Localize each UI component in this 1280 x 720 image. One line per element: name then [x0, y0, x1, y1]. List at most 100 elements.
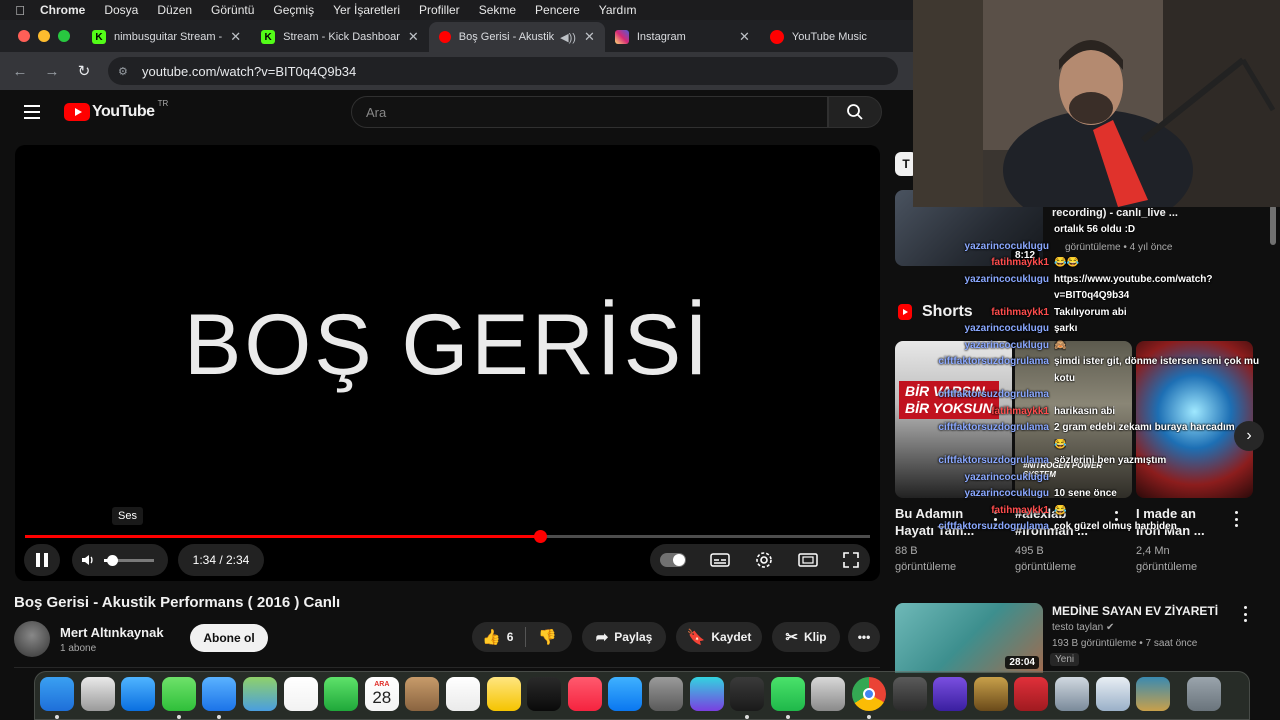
sidebar-scrollbar[interactable]: [1270, 205, 1276, 245]
chat-message: v=BIT0q4Q9b34: [1054, 290, 1130, 301]
volume-control[interactable]: [72, 544, 168, 576]
settings-gear-icon[interactable]: [754, 550, 774, 570]
zoom-window-button[interactable]: [58, 30, 70, 42]
volume-slider[interactable]: [104, 554, 154, 566]
maps-icon[interactable]: [243, 677, 277, 711]
autoplay-toggle[interactable]: [660, 553, 686, 567]
preview-icon[interactable]: [1095, 677, 1130, 711]
photos-icon[interactable]: [283, 677, 318, 711]
finder-icon[interactable]: [40, 677, 74, 711]
related-video-title[interactable]: recording) - canlı_live ...: [1052, 207, 1178, 219]
menu-item-file[interactable]: Dosya: [104, 3, 138, 17]
chat-message: şarkı: [1054, 323, 1078, 334]
menu-item-history[interactable]: Geçmiş: [273, 3, 314, 17]
chat-username: ciftfaktorsuzdogrulama: [938, 356, 1049, 367]
youtube-logo[interactable]: YouTube TR: [64, 99, 168, 121]
facetime-icon[interactable]: [324, 677, 359, 711]
contacts-icon[interactable]: [405, 677, 440, 711]
calendar-icon[interactable]: ARA 28: [364, 677, 399, 711]
trash-icon[interactable]: [1186, 677, 1221, 711]
close-tab-icon[interactable]: ✕: [230, 29, 241, 45]
theater-mode-icon[interactable]: [798, 552, 818, 568]
subtitles-icon[interactable]: [710, 552, 730, 568]
menu-item-bookmarks[interactable]: Yer İşaretleri: [333, 3, 400, 17]
dislike-icon[interactable]: 👎: [538, 628, 557, 646]
tab-kick-dashboard[interactable]: K Stream - Kick Dashboar ✕: [251, 22, 429, 52]
imovie-icon[interactable]: [933, 677, 968, 711]
safari-icon[interactable]: [121, 677, 156, 711]
tab-instagram[interactable]: Instagram ✕: [605, 22, 760, 52]
obs-icon[interactable]: [730, 677, 765, 711]
site-info-icon[interactable]: ⚙: [118, 65, 136, 78]
volume-icon[interactable]: [80, 552, 96, 568]
kick-icon[interactable]: [1014, 677, 1049, 711]
search-input[interactable]: Ara: [351, 96, 828, 128]
menu-item-profiles[interactable]: Profiller: [419, 3, 460, 17]
menu-hamburger-icon[interactable]: [0, 105, 64, 119]
short-views-2: 495 Bgörüntüleme: [1015, 545, 1077, 573]
close-tab-icon[interactable]: ✕: [584, 29, 595, 45]
search-button[interactable]: [828, 96, 882, 128]
close-window-button[interactable]: [18, 30, 30, 42]
related-video-thumbnail[interactable]: 28:04: [895, 603, 1043, 673]
disk-utility-icon[interactable]: [811, 677, 846, 711]
menu-app-name[interactable]: Chrome: [40, 3, 85, 17]
like-count[interactable]: 6: [507, 630, 514, 644]
music-icon[interactable]: [567, 677, 602, 711]
more-actions-button[interactable]: •••: [848, 622, 880, 652]
notes-icon[interactable]: [486, 677, 521, 711]
minimize-window-button[interactable]: [38, 30, 50, 42]
video-menu-icon[interactable]: [1240, 606, 1250, 622]
mail-icon[interactable]: [202, 677, 237, 711]
progress-bar[interactable]: [25, 530, 870, 543]
league-of-legends-icon[interactable]: [973, 677, 1008, 711]
forward-arrow-icon[interactable]: →: [36, 63, 68, 80]
instagram-icon: [614, 30, 629, 44]
close-tab-icon[interactable]: ✕: [739, 29, 750, 45]
league-client-icon[interactable]: [1136, 677, 1171, 711]
subscribe-button[interactable]: Abone ol: [190, 624, 268, 652]
related-video-channel[interactable]: testo taylan ✔: [1052, 622, 1114, 633]
short-views-1: 88 Bgörüntüleme: [895, 545, 957, 573]
canva-icon[interactable]: [689, 677, 724, 711]
menu-item-view[interactable]: Görüntü: [211, 3, 254, 17]
clip-button[interactable]: ✂ Klip: [772, 622, 840, 652]
chrome-icon[interactable]: [852, 677, 886, 711]
whatsapp-icon[interactable]: [770, 677, 805, 711]
calculator-icon[interactable]: [892, 677, 927, 711]
tv-icon[interactable]: [527, 677, 562, 711]
address-bar[interactable]: ⚙ youtube.com/watch?v=BIT0q4Q9b34: [108, 57, 898, 85]
menu-item-help[interactable]: Yardım: [599, 3, 637, 17]
apple-menu-icon[interactable]: : [0, 3, 40, 18]
channel-name[interactable]: Mert Altınkaynak: [60, 625, 164, 640]
close-tab-icon[interactable]: ✕: [408, 29, 419, 45]
back-arrow-icon[interactable]: ←: [4, 63, 36, 80]
tab-youtube-active[interactable]: Boş Gerisi - Akustik ◀)) ✕: [428, 22, 605, 52]
menu-item-edit[interactable]: Düzen: [157, 3, 192, 17]
messages-icon[interactable]: [161, 677, 196, 711]
reminders-icon[interactable]: [446, 677, 480, 711]
short-menu-icon[interactable]: [1231, 511, 1241, 527]
channel-avatar[interactable]: [14, 621, 50, 657]
shorts-next-arrow-icon[interactable]: ›: [1234, 421, 1264, 451]
tab-kick-stream[interactable]: K nimbusguitar Stream - ✕: [82, 22, 251, 52]
video-player[interactable]: BOŞ GERİSİ: [15, 145, 880, 581]
tab-youtube-music[interactable]: YouTube Music: [760, 22, 915, 52]
youtube-play-icon: [64, 103, 90, 121]
menu-item-tab[interactable]: Sekme: [479, 3, 516, 17]
screenshot-icon[interactable]: [1055, 677, 1089, 711]
app-store-icon[interactable]: [608, 677, 643, 711]
like-icon[interactable]: 👍: [482, 628, 501, 646]
share-button[interactable]: ➦ Paylaş: [582, 622, 666, 652]
pause-button[interactable]: [24, 544, 60, 576]
chat-username: ciftfaktorsuzdogrulama: [938, 389, 1049, 400]
save-button[interactable]: 🔖 Kaydet: [676, 622, 762, 652]
launchpad-icon[interactable]: [80, 677, 115, 711]
audio-playing-icon[interactable]: ◀)): [560, 31, 576, 44]
system-settings-icon[interactable]: [649, 677, 683, 711]
related-video-title[interactable]: MEDİNE SAYAN EV ZİYARETİ: [1052, 604, 1218, 618]
fullscreen-icon[interactable]: [842, 551, 860, 569]
reload-icon[interactable]: ↻: [68, 62, 100, 80]
volume-knob[interactable]: [106, 554, 118, 566]
menu-item-window[interactable]: Pencere: [535, 3, 580, 17]
